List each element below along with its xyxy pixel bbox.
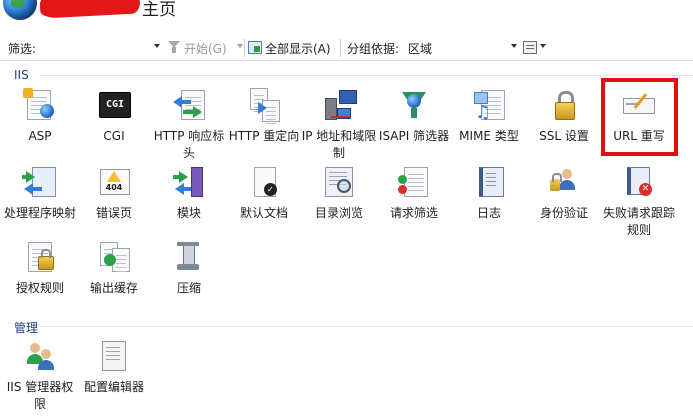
view-dropdown-icon[interactable]	[540, 44, 546, 48]
http-redirect-icon	[246, 88, 282, 124]
group-by-label: 分组依据:	[347, 42, 400, 56]
modules-icon	[171, 165, 207, 201]
logging-icon	[471, 165, 507, 201]
feature-mime-types[interactable]: ♫ MIME 类型	[451, 88, 527, 145]
feature-asp[interactable]: ASP	[2, 88, 78, 145]
group-by-dropdown-icon[interactable]	[511, 44, 517, 48]
funnel-icon	[168, 41, 180, 53]
default-document-icon: ✓	[246, 165, 282, 201]
error-page-404-icon: 404	[96, 165, 132, 201]
section-management-label: 管理	[14, 321, 39, 335]
start-dropdown-icon[interactable]	[237, 44, 243, 48]
feature-request-filtering[interactable]: 请求筛选	[376, 165, 452, 222]
feature-failed-request-tracing[interactable]: ✕ 失败请求跟踪规则	[601, 165, 677, 239]
toolbar-separator	[340, 39, 341, 57]
iis-manager-permissions-icon	[22, 339, 58, 375]
feature-configuration-editor[interactable]: 配置编辑器	[76, 339, 152, 396]
compression-icon	[171, 240, 207, 276]
show-all-button[interactable]: 全部显示(A)	[265, 40, 331, 57]
feature-error-pages[interactable]: 404 错误页	[76, 165, 152, 222]
http-response-headers-icon	[171, 88, 207, 124]
filter-dropdown-icon[interactable]	[154, 44, 160, 48]
feature-modules[interactable]: 模块	[151, 165, 227, 222]
page-title: 主页	[142, 0, 176, 20]
authorization-rules-icon	[22, 240, 58, 276]
configuration-editor-icon	[96, 339, 132, 375]
globe-icon	[3, 0, 37, 20]
isapi-filters-icon	[396, 88, 432, 124]
feature-directory-browsing[interactable]: 目录浏览	[301, 165, 377, 222]
filter-toolbar: 筛选: 开始(G) 全部显示(A) 分组依据: 区域	[0, 36, 693, 61]
feature-compression[interactable]: 压缩	[151, 240, 227, 297]
show-all-icon	[248, 41, 262, 54]
feature-authentication[interactable]: 身份验证	[526, 165, 602, 222]
feature-http-redirect[interactable]: HTTP 重定向	[226, 88, 302, 145]
cgi-icon: CGI	[96, 88, 132, 124]
directory-browsing-icon	[321, 165, 357, 201]
group-by-select[interactable]: 区域	[408, 40, 518, 57]
asp-icon	[22, 88, 58, 124]
view-icon[interactable]	[523, 41, 537, 54]
filter-input[interactable]	[42, 38, 162, 56]
feature-iis-manager-permissions[interactable]: IIS 管理器权限	[2, 339, 78, 413]
toolbar-separator	[244, 39, 245, 57]
ssl-lock-icon	[546, 88, 582, 124]
feature-output-caching[interactable]: 输出缓存	[76, 240, 152, 297]
output-caching-icon	[96, 240, 132, 276]
section-iis: IIS	[0, 68, 693, 82]
request-filtering-icon	[396, 165, 432, 201]
failed-request-tracing-icon: ✕	[621, 165, 657, 201]
filter-label: 筛选:	[8, 42, 37, 56]
feature-isapi-filters[interactable]: ISAPI 筛选器	[376, 88, 452, 145]
feature-authorization-rules[interactable]: 授权规则	[2, 240, 78, 297]
feature-handler-mappings[interactable]: 处理程序映射	[2, 165, 78, 222]
feature-ssl-settings[interactable]: SSL 设置	[526, 88, 602, 145]
mime-types-icon: ♫	[471, 88, 507, 124]
feature-ip-domain-restrictions[interactable]: IP 地址和域限制	[301, 88, 377, 162]
section-iis-label: IIS	[14, 68, 29, 82]
feature-http-response-headers[interactable]: HTTP 响应标头	[151, 88, 227, 162]
feature-logging[interactable]: 日志	[451, 165, 527, 222]
start-button[interactable]: 开始(G)	[184, 40, 227, 57]
url-rewrite-highlight-box	[601, 78, 678, 156]
redacted-server-name	[39, 0, 141, 19]
feature-default-document[interactable]: ✓ 默认文档	[226, 165, 302, 222]
feature-cgi[interactable]: CGI CGI	[76, 88, 152, 145]
section-management: 管理	[0, 319, 693, 335]
handler-mappings-icon	[22, 165, 58, 201]
authentication-icon	[546, 165, 582, 201]
page-header: 主页	[0, 0, 693, 28]
ip-domain-restrictions-icon	[321, 88, 357, 124]
